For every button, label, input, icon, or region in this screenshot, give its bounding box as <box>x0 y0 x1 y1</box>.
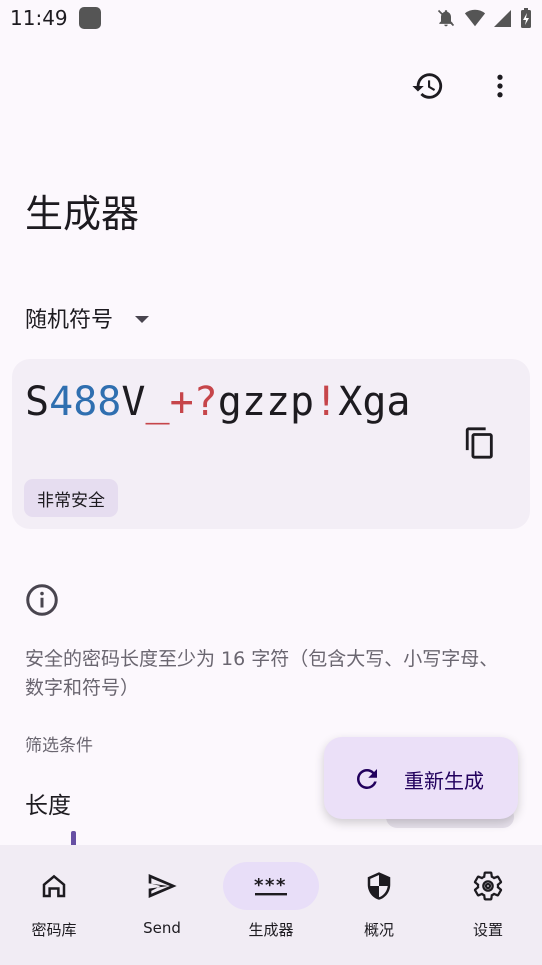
password-char: 4 <box>49 379 74 425</box>
nav-label-vault: 密码库 <box>31 921 77 939</box>
nav-label-send: Send <box>143 919 181 937</box>
password-char: a <box>386 379 411 425</box>
password-char: z <box>241 379 266 425</box>
password-char: V <box>121 379 146 425</box>
nav-pill <box>331 862 427 910</box>
more-options-button[interactable] <box>478 64 522 108</box>
password-char: g <box>217 379 242 425</box>
regenerate-button[interactable]: 重新生成 <box>324 737 518 819</box>
password-char: + <box>169 379 194 425</box>
password-char: g <box>362 379 387 425</box>
password-char: 8 <box>73 379 98 425</box>
nav-label-settings: 设置 <box>472 921 503 939</box>
nav-item-vault[interactable]: 密码库 <box>0 845 108 965</box>
nav-label-generator: 生成器 <box>248 921 294 939</box>
generated-password: S488V_+?gzzp!Xga <box>25 379 435 425</box>
generated-password-card: S488V_+?gzzp!Xga 非常安全 <box>12 359 530 529</box>
password-type-dropdown[interactable]: 随机符号 <box>25 300 150 336</box>
status-time: 11:49 <box>10 6 68 30</box>
password-char: p <box>290 379 315 425</box>
bottom-navigation: 密码库 Send * * * 生成器 概况 设置 <box>0 845 542 965</box>
more-vert-icon <box>497 74 503 98</box>
battery-icon <box>520 7 532 29</box>
password-char: 8 <box>97 379 122 425</box>
password-type-label: 随机符号 <box>25 308 114 333</box>
password-char: z <box>265 379 291 425</box>
nav-label-overview: 概况 <box>363 921 394 939</box>
home-icon <box>42 874 66 898</box>
dropdown-arrow-icon <box>135 315 150 323</box>
password-tip-text: 安全的密码长度至少为 16 字符（包含大写、小写字母、数字和符号） <box>25 648 499 699</box>
status-bar: 11:49 <box>0 0 542 36</box>
password-char: S <box>25 379 50 425</box>
refresh-icon <box>357 769 377 789</box>
nav-item-send[interactable]: Send <box>108 845 216 965</box>
svg-text:*: * <box>254 875 264 896</box>
history-button[interactable] <box>406 64 450 108</box>
password-char: ? <box>193 379 218 425</box>
nav-item-settings[interactable]: 设置 <box>434 845 542 965</box>
shield-icon <box>367 872 391 900</box>
nav-item-generator[interactable]: * * * 生成器 <box>217 845 325 965</box>
regenerate-label: 重新生成 <box>404 769 484 793</box>
nav-pill <box>6 862 102 910</box>
filter-section-heading: 筛选条件 <box>25 736 93 756</box>
nav-item-overview[interactable]: 概况 <box>325 845 433 965</box>
gear-icon <box>473 871 503 901</box>
password-char: X <box>338 379 363 425</box>
nav-pill <box>440 862 536 910</box>
strength-badge: 非常安全 <box>24 479 118 517</box>
length-label: 长度 <box>25 793 71 819</box>
password-generator-icon: * * * <box>254 875 287 896</box>
svg-text:*: * <box>276 875 286 896</box>
svg-text:*: * <box>265 875 275 896</box>
notification-app-icon <box>79 7 101 29</box>
copy-icon <box>465 427 493 459</box>
info-icon[interactable] <box>24 582 60 618</box>
bell-off-icon <box>436 8 456 28</box>
history-icon <box>412 73 443 99</box>
nav-pill <box>114 862 210 910</box>
page-title: 生成器 <box>25 192 140 236</box>
signal-icon <box>494 8 512 28</box>
password-char: ! <box>314 379 339 425</box>
nav-pill-active: * * * <box>223 862 319 910</box>
status-icons <box>436 7 532 29</box>
wifi-icon <box>464 8 486 28</box>
send-icon <box>148 874 177 898</box>
copy-button[interactable] <box>458 421 502 465</box>
password-char: _ <box>145 379 170 425</box>
